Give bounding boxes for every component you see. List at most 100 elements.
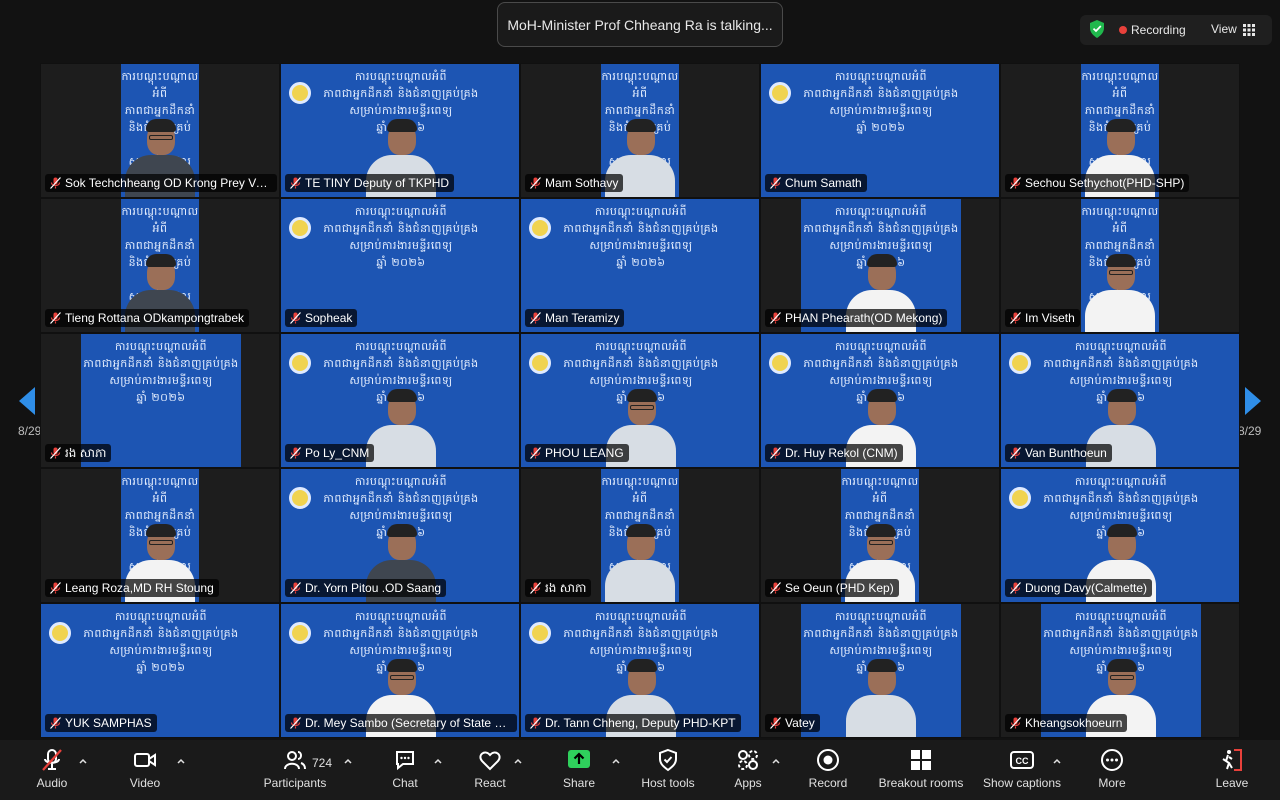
banner-line: ភាពជាអ្នកដឹកនាំ និងជំនាញគ្រប់គ្រង	[323, 87, 479, 100]
participant-tile[interactable]: ការបណ្ដុះបណ្ដាលអំពីភាពជាអ្នកដឹកនាំ និងជំ…	[1000, 468, 1240, 603]
view-button[interactable]: View	[1211, 22, 1237, 36]
participant-tile[interactable]: ការបណ្ដុះបណ្ដាលអំពីភាពជាអ្នកដឹកនាំ និងជំ…	[760, 63, 1000, 198]
view-grid-icon[interactable]	[1243, 24, 1255, 36]
training-banner-text: ការបណ្ដុះបណ្ដាលអំពីភាពជាអ្នកដឹកនាំ និងជំ…	[41, 608, 279, 676]
ministry-logo-icon	[1009, 352, 1031, 374]
muted-mic-icon	[50, 717, 61, 729]
host-tools-button[interactable]: Host tools	[622, 748, 714, 798]
training-banner-text: ការបណ្ដុះបណ្ដាលអំពីភាពជាអ្នកដឹកនាំ និងជំ…	[81, 338, 241, 406]
banner-line: ភាពជាអ្នកដឹកនាំ និងជំនាញគ្រប់គ្រង	[563, 357, 719, 370]
react-label: React	[474, 776, 506, 790]
participant-tile[interactable]: ការបណ្ដុះបណ្ដាលអំពីភាពជាអ្នកដឹកនាំ និងជំ…	[1000, 198, 1240, 333]
participant-tile[interactable]: ការបណ្ដុះបណ្ដាលអំពីភាពជាអ្នកដឹកនាំ និងជំ…	[520, 468, 760, 603]
ministry-logo-icon	[289, 82, 311, 104]
participant-tile[interactable]: ការបណ្ដុះបណ្ដាលអំពីភាពជាអ្នកដឹកនាំ និងជំ…	[40, 468, 280, 603]
record-label: Record	[808, 776, 848, 790]
participant-tile[interactable]: ការបណ្ដុះបណ្ដាលអំពីភាពជាអ្នកដឹកនាំ និងជំ…	[280, 198, 520, 333]
participant-tile[interactable]: ការបណ្ដុះបណ្ដាលអំពីភាពជាអ្នកដឹកនាំ និងជំ…	[760, 198, 1000, 333]
participants-options-chevron-icon[interactable]	[343, 756, 353, 766]
muted-mic-icon	[50, 447, 61, 459]
record-button[interactable]: Record	[782, 748, 874, 798]
banner-line: ការបណ្ដុះបណ្ដាលអំពី	[354, 475, 448, 488]
share-options-chevron-icon[interactable]	[611, 756, 621, 766]
participant-tile[interactable]: ការបណ្ដុះបណ្ដាលអំពីភាពជាអ្នកដឹកនាំ និងជំ…	[520, 603, 760, 738]
participant-name: Tieng Rottana ODkampongtrabek	[65, 311, 244, 325]
participant-tile[interactable]: ការបណ្ដុះបណ្ដាលអំពីភាពជាអ្នកដឹកនាំ និងជំ…	[280, 63, 520, 198]
banner-line: សម្រាប់ការងារមន្ទីរពេទ្យ	[589, 239, 693, 252]
participant-tile[interactable]: ការបណ្ដុះបណ្ដាលអំពីភាពជាអ្នកដឹកនាំ និងជំ…	[280, 333, 520, 468]
participant-tile[interactable]: ការបណ្ដុះបណ្ដាលអំពីភាពជាអ្នកដឹកនាំ និងជំ…	[280, 603, 520, 738]
participant-tile[interactable]: ការបណ្ដុះបណ្ដាលអំពីភាពជាអ្នកដឹកនាំ និងជំ…	[520, 333, 760, 468]
audio-options-chevron-icon[interactable]	[78, 756, 88, 766]
participant-name-label: TE TINY Deputy of TKPHD	[285, 174, 455, 192]
participant-tile[interactable]: ការបណ្ដុះបណ្ដាលអំពីភាពជាអ្នកដឹកនាំ និងជំ…	[40, 198, 280, 333]
host-shield-icon	[659, 748, 677, 772]
participant-gallery: ការបណ្ដុះបណ្ដាលអំពីភាពជាអ្នកដឹកនាំ និងជំ…	[40, 63, 1240, 738]
chat-options-chevron-icon[interactable]	[433, 756, 443, 766]
banner-line: ភាពជាអ្នកដឹកនាំ និងជំនាញគ្រប់គ្រង	[803, 87, 959, 100]
leave-button[interactable]: Leave	[1186, 748, 1278, 798]
captions-options-chevron-icon[interactable]	[1052, 756, 1062, 766]
participant-name-label: Leang Roza,MD RH Stoung	[45, 579, 219, 597]
participant-name-label: YUK SAMPHAS	[45, 714, 157, 732]
banner-line: សម្រាប់ការងារមន្ទីរពេទ្យ	[349, 104, 453, 117]
muted-mic-icon	[290, 582, 301, 594]
video-options-chevron-icon[interactable]	[176, 756, 186, 766]
banner-line: ការបណ្ដុះបណ្ដាលអំពី	[1074, 610, 1168, 623]
participant-torso	[846, 695, 916, 737]
participant-tile[interactable]: ការបណ្ដុះបណ្ដាលអំពីភាពជាអ្នកដឹកនាំ និងជំ…	[760, 468, 1000, 603]
banner-line: ឆ្នាំ ២០២៦	[136, 661, 186, 674]
muted-mic-icon	[770, 177, 781, 189]
participants-icon	[284, 751, 306, 770]
apps-options-chevron-icon[interactable]	[771, 756, 781, 766]
participant-tile[interactable]: ការបណ្ដុះបណ្ដាលអំពីភាពជាអ្នកដឹកនាំ និងជំ…	[40, 63, 280, 198]
muted-mic-icon	[770, 312, 781, 324]
participant-name: Mam Sothavy	[545, 176, 619, 190]
banner-line: ភាពជាអ្នកដឹកនាំ និងជំនាញគ្រប់គ្រង	[83, 357, 239, 370]
ministry-logo-icon	[289, 622, 311, 644]
participant-name-label: PHAN Phearath(OD Mekong)	[765, 309, 948, 327]
svg-text:CC: CC	[1016, 756, 1029, 766]
participant-name: Sopheak	[305, 311, 353, 325]
participant-name: YUK SAMPHAS	[65, 716, 152, 730]
more-button[interactable]: More	[1066, 748, 1158, 798]
muted-mic-icon	[50, 312, 61, 324]
participant-tile[interactable]: ការបណ្ដុះបណ្ដាលអំពីភាពជាអ្នកដឹកនាំ និងជំ…	[40, 603, 280, 738]
muted-mic-icon	[290, 312, 301, 324]
banner-line: សម្រាប់ការងារមន្ទីរពេទ្យ	[829, 239, 933, 252]
participant-tile[interactable]: ការបណ្ដុះបណ្ដាលអំពីភាពជាអ្នកដឹកនាំ និងជំ…	[1000, 603, 1240, 738]
participant-torso	[605, 560, 675, 602]
active-speaker-notice: MoH-Minister Prof Chheang Ra is talking.…	[497, 2, 783, 47]
participant-tile[interactable]: ការបណ្ដុះបណ្ដាលអំពីភាពជាអ្នកដឹកនាំ និងជំ…	[520, 63, 760, 198]
participant-name-label: រង សាភា	[525, 579, 592, 597]
banner-line: ការបណ្ដុះបណ្ដាលអំពី	[594, 205, 688, 218]
banner-line: ភាពជាអ្នកដឹកនាំ និងជំនាញគ្រប់គ្រង	[323, 357, 479, 370]
security-shield-icon[interactable]	[1088, 19, 1106, 39]
previous-page-arrow-icon[interactable]	[16, 385, 38, 417]
participant-glasses	[149, 135, 173, 140]
recording-label[interactable]: Recording	[1131, 23, 1186, 37]
next-page-arrow-icon[interactable]	[1242, 385, 1264, 417]
participant-name: Chum Samath	[785, 176, 862, 190]
muted-mic-icon	[290, 177, 301, 189]
banner-line: ការបណ្ដុះបណ្ដាលអំពី	[841, 475, 919, 505]
react-options-chevron-icon[interactable]	[513, 756, 523, 766]
participant-tile[interactable]: ការបណ្ដុះបណ្ដាលអំពីភាពជាអ្នកដឹកនាំ និងជំ…	[1000, 63, 1240, 198]
banner-line: ការបណ្ដុះបណ្ដាលអំពី	[354, 70, 448, 83]
participant-tile[interactable]: ការបណ្ដុះបណ្ដាលអំពីភាពជាអ្នកដឹកនាំ និងជំ…	[40, 333, 280, 468]
participant-tile[interactable]: ការបណ្ដុះបណ្ដាលអំពីភាពជាអ្នកដឹកនាំ និងជំ…	[760, 333, 1000, 468]
banner-line: ឆ្នាំ ២០២៦	[376, 256, 426, 269]
participant-tile[interactable]: ការបណ្ដុះបណ្ដាលអំពីភាពជាអ្នកដឹកនាំ និងជំ…	[760, 603, 1000, 738]
banner-line: សម្រាប់ការងារមន្ទីរពេទ្យ	[349, 509, 453, 522]
participant-tile[interactable]: ការបណ្ដុះបណ្ដាលអំពីភាពជាអ្នកដឹកនាំ និងជំ…	[1000, 333, 1240, 468]
banner-line: ឆ្នាំ ២០២៦	[856, 121, 906, 134]
participant-name-label: Tieng Rottana ODkampongtrabek	[45, 309, 249, 327]
participant-name: Dr. Mey Sambo (Secretary of State M...	[305, 716, 515, 730]
participant-tile[interactable]: ការបណ្ដុះបណ្ដាលអំពីភាពជាអ្នកដឹកនាំ និងជំ…	[520, 198, 760, 333]
participant-name-label: Man Teramizy	[525, 309, 625, 327]
participant-name-label: Vatey	[765, 714, 820, 732]
participant-tile[interactable]: ការបណ្ដុះបណ្ដាលអំពីភាពជាអ្នកដឹកនាំ និងជំ…	[280, 468, 520, 603]
breakout-rooms-button[interactable]: Breakout rooms	[872, 748, 970, 798]
leave-label: Leave	[1215, 776, 1249, 790]
participant-hair	[626, 119, 656, 132]
